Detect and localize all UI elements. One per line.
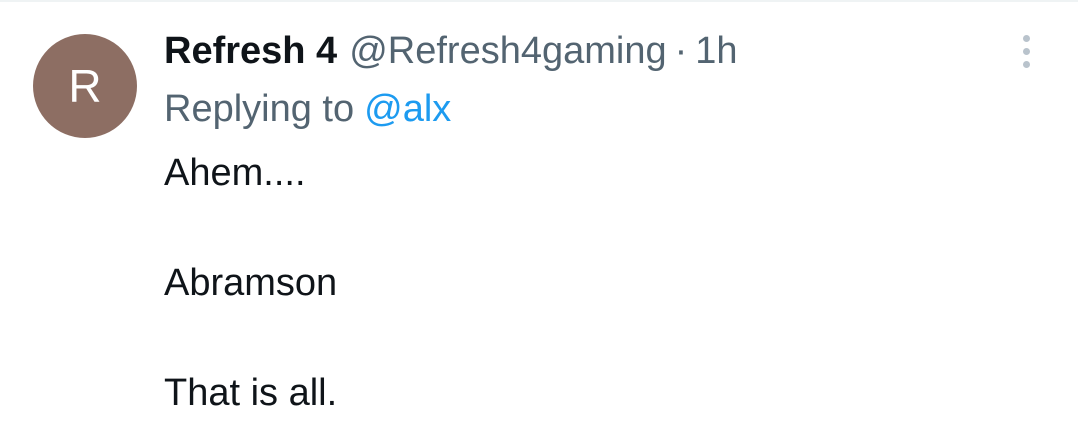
- tweet-header: Refresh 4 @Refresh4gaming · 1h: [164, 28, 738, 74]
- timestamp[interactable]: 1h: [695, 30, 737, 73]
- tweet-text-line: Abramson: [164, 262, 338, 304]
- tweet-text-line: That is all.: [164, 372, 338, 414]
- avatar-letter: R: [68, 60, 102, 112]
- more-vertical-icon: [1022, 47, 1030, 55]
- replying-to-handle-link[interactable]: @alx: [364, 88, 451, 131]
- replying-to: Replying to @alx: [164, 86, 451, 132]
- more-vertical-icon: [1022, 34, 1030, 42]
- replying-to-label: Replying to: [164, 87, 355, 130]
- more-options-button[interactable]: [1008, 30, 1044, 72]
- tweet-text-line: Ahem....: [164, 152, 306, 194]
- more-vertical-icon: [1022, 60, 1030, 68]
- separator-dot: ·: [674, 29, 688, 72]
- display-name[interactable]: Refresh 4: [164, 30, 337, 73]
- avatar[interactable]: R: [33, 34, 137, 138]
- top-divider: [0, 0, 1078, 2]
- user-handle[interactable]: @Refresh4gaming: [349, 30, 666, 73]
